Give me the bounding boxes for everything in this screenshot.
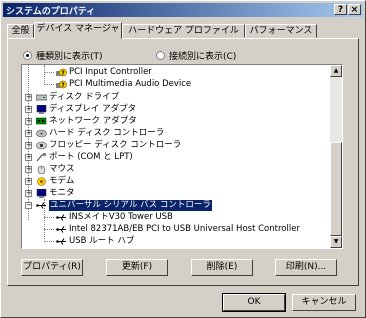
collapse-toggle[interactable]: − (25, 202, 32, 209)
tree-item-disk-drives[interactable]: + ディスク ドライブ (22, 92, 332, 103)
view-by-type-label: 種類別に表示(T) (36, 52, 103, 62)
tab-hardware-profiles[interactable]: ハードウェア プロファイル (122, 24, 245, 38)
view-by-connection-option[interactable]: 接続別に表示(C) (156, 49, 236, 62)
title-bar[interactable]: システムのプロパティ ? × (3, 3, 363, 17)
tree-item-hdd-controllers[interactable]: + ハード ディスク コントローラ (22, 128, 332, 139)
expand-toggle[interactable]: + (25, 166, 32, 173)
expand-toggle[interactable]: + (25, 118, 32, 125)
tree-item-display-adapters[interactable]: + ディスプレイ アダプタ (22, 104, 332, 115)
usb-icon (56, 226, 66, 233)
tree-item-monitors[interactable]: + モニタ (22, 188, 332, 199)
tree-item-floppy-controllers[interactable]: + フロッピー ディスク コントローラ (22, 140, 332, 151)
system-properties-window: システムのプロパティ ? × 全般 デバイス マネージャ ハードウェア プロファ… (0, 0, 366, 318)
tab-device-manager[interactable]: デバイス マネージャ (34, 22, 122, 39)
tab-performance[interactable]: パフォーマンス (245, 24, 317, 38)
tree-item-network-adapters[interactable]: + ネットワーク アダプタ (22, 116, 332, 127)
vertical-scrollbar[interactable]: ▲ ▼ (330, 65, 342, 248)
svg-text:?: ? (61, 82, 65, 89)
modem-icon (37, 177, 46, 186)
tree-item-pci-multimedia-audio[interactable]: ? PCI Multimedia Audio Device (22, 79, 332, 90)
ok-button[interactable]: OK (222, 293, 286, 312)
scroll-thumb[interactable] (330, 142, 342, 236)
tree-item-ports[interactable]: + ポート (COM と LPT) (22, 152, 332, 163)
print-button[interactable]: 印刷(N)... (275, 259, 337, 276)
scroll-down-button[interactable]: ▼ (330, 236, 342, 248)
cancel-button[interactable]: キャンセル (292, 294, 356, 311)
warning-device-icon: ? (56, 80, 67, 89)
tree-item-usb-device[interactable]: INSメイトV30 Tower USB (22, 212, 332, 223)
expand-toggle[interactable]: + (25, 142, 32, 149)
port-icon (36, 153, 46, 162)
radio-selected-indicator (23, 51, 32, 60)
window-title: システムのプロパティ (6, 7, 96, 17)
view-by-connection-label: 接続別に表示(C) (169, 52, 237, 62)
view-by-type-option[interactable]: 種類別に表示(T) (23, 49, 103, 62)
refresh-button[interactable]: 更新(F) (106, 259, 168, 276)
mouse-icon (37, 165, 46, 174)
display-adapter-icon (36, 105, 47, 114)
svg-text:?: ? (61, 70, 65, 77)
delete-button[interactable]: 削除(E) (191, 259, 253, 276)
close-button[interactable]: × (348, 4, 361, 15)
disk-drive-icon (36, 94, 47, 101)
network-adapter-icon (36, 117, 47, 125)
expand-toggle[interactable]: + (25, 106, 32, 113)
tree-item-usb-root-hub[interactable]: USB ルート ハブ (22, 236, 332, 247)
usb-icon (56, 214, 66, 221)
monitor-icon (36, 189, 47, 198)
device-tree[interactable]: ? PCI Input Controller ? PCI Multimedia … (21, 64, 343, 249)
floppy-controller-icon (36, 141, 47, 150)
tab-general[interactable]: 全般 (7, 24, 34, 38)
usb-icon (36, 202, 46, 209)
radio-unselected-indicator (156, 51, 165, 60)
expand-toggle[interactable]: + (25, 94, 32, 101)
tree-item-usb-host-controller[interactable]: Intel 82371AB/EB PCI to USB Universal Ho… (22, 224, 332, 235)
expand-toggle[interactable]: + (25, 130, 32, 137)
hdd-controller-icon (36, 129, 47, 138)
expand-toggle[interactable]: + (25, 190, 32, 197)
help-button[interactable]: ? (334, 4, 347, 15)
tree-item-mouse[interactable]: + マウス (22, 164, 332, 175)
usb-icon (56, 238, 66, 245)
expand-toggle[interactable]: + (25, 178, 32, 185)
tree-item-pci-input-controller[interactable]: ? PCI Input Controller (22, 67, 332, 78)
tree-item-modems[interactable]: + モデム (22, 176, 332, 187)
warning-device-icon: ? (56, 68, 67, 77)
properties-button[interactable]: プロパティ(R) (21, 259, 83, 276)
expand-toggle[interactable]: + (25, 154, 32, 161)
tree-item-usb-controllers[interactable]: − ユニバーサル シリアル バス コントローラ (22, 200, 332, 211)
scroll-up-button[interactable]: ▲ (330, 65, 342, 77)
